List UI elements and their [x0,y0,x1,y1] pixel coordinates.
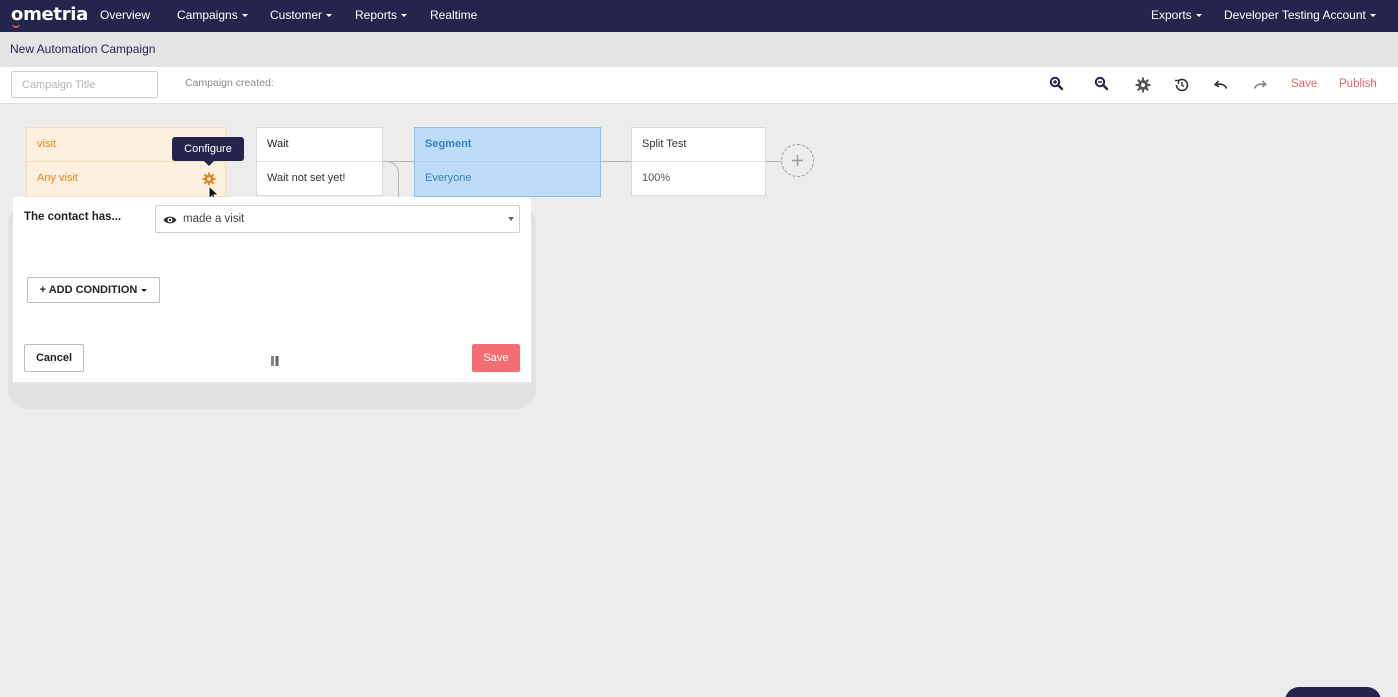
nav-item-campaigns[interactable]: Campaigns [177,8,248,22]
chevron-down-icon [241,14,248,18]
settings-icon[interactable] [1134,76,1152,94]
redo-icon[interactable] [1251,76,1269,94]
campaign-toolbar: Campaign created: Save Publish [0,67,1398,104]
nav-item-customer[interactable]: Customer [270,8,333,22]
campaign-title-input[interactable] [11,71,158,98]
wait-node-subtitle: Wait not set yet! [267,172,346,184]
add-condition-button[interactable]: + ADD CONDITION [27,277,160,303]
cancel-button[interactable]: Cancel [24,344,84,372]
chevron-down-icon [1369,14,1376,18]
chevron-down-icon [141,288,148,292]
connector-branch [382,161,399,201]
chat-launcher-button[interactable] [1285,687,1381,697]
page-title: New Automation Campaign [10,42,156,56]
segment-node[interactable]: Segment Everyone [414,127,601,197]
ometria-logo[interactable]: ometria [11,4,88,25]
chevron-down-icon [1195,14,1202,18]
panel-save-button[interactable]: Save [472,344,520,372]
eye-icon [163,213,177,225]
connector-line [600,161,632,162]
nav-item-realtime[interactable]: Realtime [430,8,477,22]
chevron-down-icon [401,14,408,18]
configure-tooltip: Configure [172,137,244,166]
condition-label: The contact has... [24,211,122,223]
save-button[interactable]: Save [1291,78,1317,90]
chevron-down-icon [508,217,514,221]
plus-icon [792,155,803,166]
split-test-node-title: Split Test [632,128,765,162]
event-select-value: made a visit [183,213,245,225]
nav-item-reports[interactable]: Reports [355,8,408,22]
split-test-node-subtitle: 100% [642,172,671,184]
event-select[interactable]: made a visit [155,205,520,233]
trigger-config-panel: The contact has... made a visit + ADD CO… [13,197,531,382]
wait-node[interactable]: Wait Wait not set yet! [256,127,383,196]
chevron-down-icon [326,14,333,18]
undo-icon[interactable] [1212,76,1230,94]
logo-smile-mark [12,24,20,28]
wait-node-title: Wait [257,128,382,162]
trigger-node-subtitle: Any visit [37,172,78,184]
page-header: New Automation Campaign [0,32,1398,67]
nav-item-exports[interactable]: Exports [1151,8,1202,22]
nav-item-overview[interactable]: Overview [100,8,150,22]
top-navigation-bar: ometria Overview Campaigns Customer Repo… [0,0,1398,32]
split-test-node[interactable]: Split Test 100% [631,127,766,196]
publish-button[interactable]: Publish [1339,78,1377,90]
resize-handle-icon[interactable] [271,353,279,366]
add-step-button[interactable] [781,144,814,177]
zoom-in-icon[interactable] [1048,75,1066,93]
account-menu[interactable]: Developer Testing Account [1224,8,1376,22]
zoom-out-icon[interactable] [1093,75,1111,93]
campaign-created-label: Campaign created: [185,77,274,89]
segment-node-title: Segment [415,128,600,162]
segment-node-subtitle: Everyone [425,172,472,184]
history-icon[interactable] [1173,76,1191,94]
connector-line [765,161,781,162]
